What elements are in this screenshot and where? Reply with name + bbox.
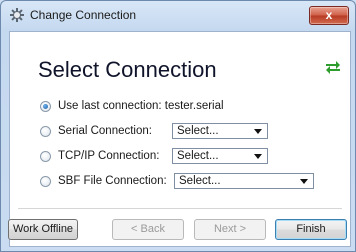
button-divider: [18, 208, 342, 210]
option-serial-label: Serial Connection:: [58, 125, 152, 137]
chevron-down-icon: [300, 179, 308, 184]
page-heading: Select Connection: [38, 57, 217, 82]
swap-arrows-icon[interactable]: [326, 60, 340, 74]
close-button[interactable]: x: [309, 6, 349, 25]
option-last-connection[interactable]: Use last connection: tester.serial: [40, 98, 330, 118]
work-offline-button[interactable]: Work Offline: [8, 219, 78, 240]
chevron-down-icon: [254, 129, 262, 134]
option-sbf-file-label: SBF File Connection:: [58, 175, 167, 187]
tcpip-select[interactable]: Select...: [172, 148, 268, 164]
sbf-file-select[interactable]: Select...: [174, 173, 314, 189]
radio-serial[interactable]: [40, 126, 51, 137]
sbf-file-select-value: Select...: [179, 175, 221, 187]
radio-last-connection[interactable]: [40, 101, 51, 112]
option-sbf-file[interactable]: SBF File Connection: Select...: [40, 173, 340, 193]
tcpip-select-value: Select...: [177, 150, 219, 162]
radio-sbf-file[interactable]: [40, 176, 51, 187]
option-tcpip-label: TCP/IP Connection:: [58, 150, 160, 162]
gear-icon: [10, 8, 24, 22]
dialog-body: Select Connection Use last connection: t…: [8, 31, 351, 247]
title-bar: Change Connection x: [1, 1, 355, 29]
back-button[interactable]: < Back: [112, 219, 184, 240]
window-title: Change Connection: [30, 8, 137, 22]
finish-button[interactable]: Finish: [275, 219, 347, 240]
serial-select-value: Select...: [177, 125, 219, 137]
option-serial[interactable]: Serial Connection: Select...: [40, 123, 336, 143]
radio-tcpip[interactable]: [40, 151, 51, 162]
option-last-connection-label: Use last connection: tester.serial: [58, 100, 224, 112]
chevron-down-icon: [254, 154, 262, 159]
serial-select[interactable]: Select...: [172, 123, 268, 139]
next-button[interactable]: Next >: [194, 219, 266, 240]
option-tcpip[interactable]: TCP/IP Connection: Select...: [40, 148, 336, 168]
change-connection-window: Change Connection x Select Connection Us…: [0, 0, 356, 252]
